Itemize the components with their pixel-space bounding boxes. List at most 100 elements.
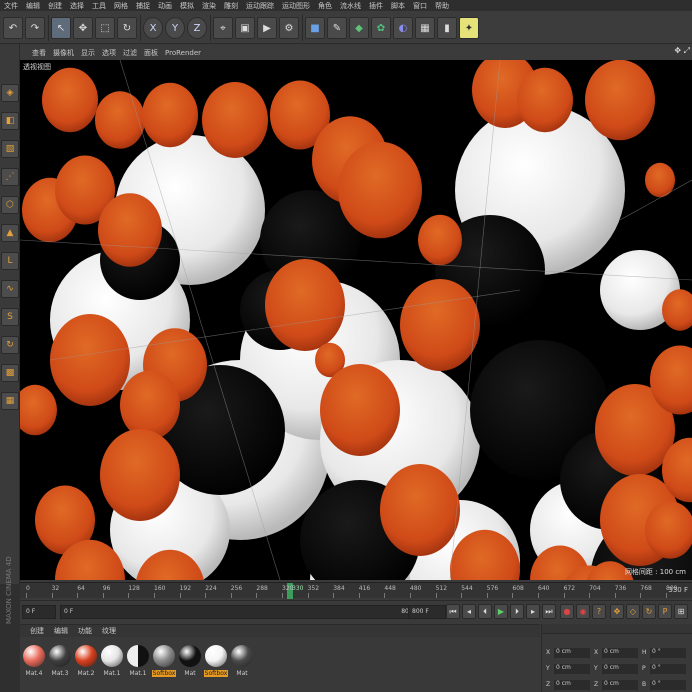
undo-icon[interactable]: ↶: [3, 17, 23, 39]
coordinate-field[interactable]: 0 °: [650, 664, 686, 674]
menu-item-10[interactable]: 雕刻: [224, 1, 238, 11]
coordinate-field[interactable]: 0 cm: [602, 664, 638, 674]
menu-item-4[interactable]: 工具: [92, 1, 106, 11]
menu-item-15[interactable]: 插件: [369, 1, 383, 11]
keyframe-selection-icon[interactable]: ?: [592, 604, 606, 619]
material-swatch[interactable]: Mat: [178, 643, 202, 687]
coordinate-field[interactable]: 0 °: [650, 680, 686, 690]
material-swatch[interactable]: Softbox: [152, 643, 176, 687]
tweak-mode-icon[interactable]: ∿: [1, 280, 19, 298]
subdivision-icon[interactable]: ◆: [349, 17, 369, 39]
redo-icon[interactable]: ↷: [25, 17, 45, 39]
frame-range-slider[interactable]: 0 F 800 F: [60, 605, 422, 619]
y-axis-icon[interactable]: Y: [165, 17, 185, 39]
prev-key-icon[interactable]: ◂: [462, 604, 476, 619]
step-back-icon[interactable]: ⏴: [478, 604, 492, 619]
camera-icon[interactable]: ▮: [437, 17, 457, 39]
end-frame-field[interactable]: 800 F: [408, 605, 446, 619]
menu-item-17[interactable]: 窗口: [413, 1, 427, 11]
array-icon[interactable]: ✿: [371, 17, 391, 39]
viewport-menu-item-3[interactable]: 选项: [102, 48, 116, 58]
pen-icon[interactable]: ✎: [327, 17, 347, 39]
coordinate-field[interactable]: 0 cm: [554, 648, 590, 658]
x-axis-icon[interactable]: X: [143, 17, 163, 39]
menu-item-6[interactable]: 捕捉: [136, 1, 150, 11]
perspective-viewport[interactable]: 透视视图 网格间距 : 100 cm: [20, 60, 692, 580]
menu-item-3[interactable]: 选择: [70, 1, 84, 11]
edges-mode-icon[interactable]: ⬡: [1, 196, 19, 214]
coordinate-field[interactable]: 0 cm: [602, 680, 638, 690]
play-icon[interactable]: ▶: [494, 604, 508, 619]
viewport-menu-item-2[interactable]: 显示: [81, 48, 95, 58]
menu-item-1[interactable]: 编辑: [26, 1, 40, 11]
render-region-icon[interactable]: ▣: [235, 17, 255, 39]
position-key-icon[interactable]: ✥: [610, 604, 624, 619]
viewport-menu-item-4[interactable]: 过滤: [123, 48, 137, 58]
material-swatch[interactable]: Mat.1: [126, 643, 150, 687]
locked-workplane-icon[interactable]: ↻: [1, 336, 19, 354]
viewport-menu-item-5[interactable]: 面板: [144, 48, 158, 58]
coordinate-field[interactable]: 0 cm: [554, 680, 590, 690]
rotation-key-icon[interactable]: ↻: [642, 604, 656, 619]
material-tab-3[interactable]: 纹理: [102, 626, 116, 636]
menu-item-2[interactable]: 创建: [48, 1, 62, 11]
timeline-ruler[interactable]: 330 330 F 0 32 64 96 128 160 192 224 256 288 320 35…: [20, 582, 692, 599]
viewport-nav-icons[interactable]: ✥ ⤢: [674, 46, 690, 56]
material-swatch[interactable]: Mat.3: [48, 643, 72, 687]
deformer-icon[interactable]: ◐: [393, 17, 413, 39]
menu-item-7[interactable]: 动画: [158, 1, 172, 11]
menu-item-12[interactable]: 运动图形: [282, 1, 310, 11]
viewport-menu-item-0[interactable]: 查看: [32, 48, 46, 58]
coordinate-field[interactable]: 0 °: [650, 648, 686, 658]
menu-item-0[interactable]: 文件: [4, 1, 18, 11]
viewport-menu-item-6[interactable]: ProRender: [165, 49, 201, 57]
texture-mode-icon[interactable]: ◧: [1, 112, 19, 130]
next-key-icon[interactable]: ▸: [526, 604, 540, 619]
step-forward-icon[interactable]: ⏵: [510, 604, 524, 619]
material-swatch[interactable]: Mat: [230, 643, 254, 687]
material-swatch[interactable]: Mat.1: [100, 643, 124, 687]
cursor-icon[interactable]: ↖: [51, 17, 71, 39]
param-key-icon[interactable]: P: [658, 604, 672, 619]
rotate-icon[interactable]: ↻: [117, 17, 137, 39]
menu-item-9[interactable]: 渲染: [202, 1, 216, 11]
polygons-mode-icon[interactable]: ▲: [1, 224, 19, 242]
viewport-menu-item-1[interactable]: 摄像机: [53, 48, 74, 58]
menu-item-13[interactable]: 角色: [318, 1, 332, 11]
material-swatch[interactable]: Mat.2: [74, 643, 98, 687]
light-icon[interactable]: ✦: [459, 17, 479, 39]
go-to-end-icon[interactable]: ⏭: [542, 604, 556, 619]
coordinate-system-icon[interactable]: ⌖: [213, 17, 233, 39]
material-tab-2[interactable]: 功能: [78, 626, 92, 636]
menu-item-5[interactable]: 网格: [114, 1, 128, 11]
points-mode-icon[interactable]: ⋰: [1, 168, 19, 186]
record-icon[interactable]: ●: [560, 604, 574, 619]
move-icon[interactable]: ✥: [73, 17, 93, 39]
menu-item-11[interactable]: 运动跟踪: [246, 1, 274, 11]
auto-key-icon[interactable]: ◉: [576, 604, 590, 619]
menu-item-8[interactable]: 模拟: [180, 1, 194, 11]
menu-item-16[interactable]: 脚本: [391, 1, 405, 11]
material-tab-0[interactable]: 创建: [30, 626, 44, 636]
solo-icon[interactable]: ▦: [1, 392, 19, 410]
z-axis-icon[interactable]: Z: [187, 17, 207, 39]
go-to-start-icon[interactable]: ⏮: [446, 604, 460, 619]
material-swatch[interactable]: Softbox: [204, 643, 228, 687]
menu-item-14[interactable]: 流水线: [340, 1, 361, 11]
render-settings-icon[interactable]: ⚙: [279, 17, 299, 39]
workplane-icon[interactable]: ▧: [1, 140, 19, 158]
grid-icon[interactable]: ▩: [1, 364, 19, 382]
axis-mode-icon[interactable]: L: [1, 252, 19, 270]
material-tab-1[interactable]: 编辑: [54, 626, 68, 636]
floor-icon[interactable]: ▦: [415, 17, 435, 39]
pla-key-icon[interactable]: ⊞: [674, 604, 688, 619]
coordinate-field[interactable]: 0 cm: [602, 648, 638, 658]
menu-item-18[interactable]: 帮助: [435, 1, 449, 11]
snap-icon[interactable]: S: [1, 308, 19, 326]
start-frame-field[interactable]: 0 F: [22, 605, 56, 619]
material-swatch[interactable]: Mat.4: [22, 643, 46, 687]
cube-icon[interactable]: ■: [305, 17, 325, 39]
render-view-icon[interactable]: ▶: [257, 17, 277, 39]
model-mode-icon[interactable]: ◈: [1, 84, 19, 102]
scale-icon[interactable]: ⬚: [95, 17, 115, 39]
